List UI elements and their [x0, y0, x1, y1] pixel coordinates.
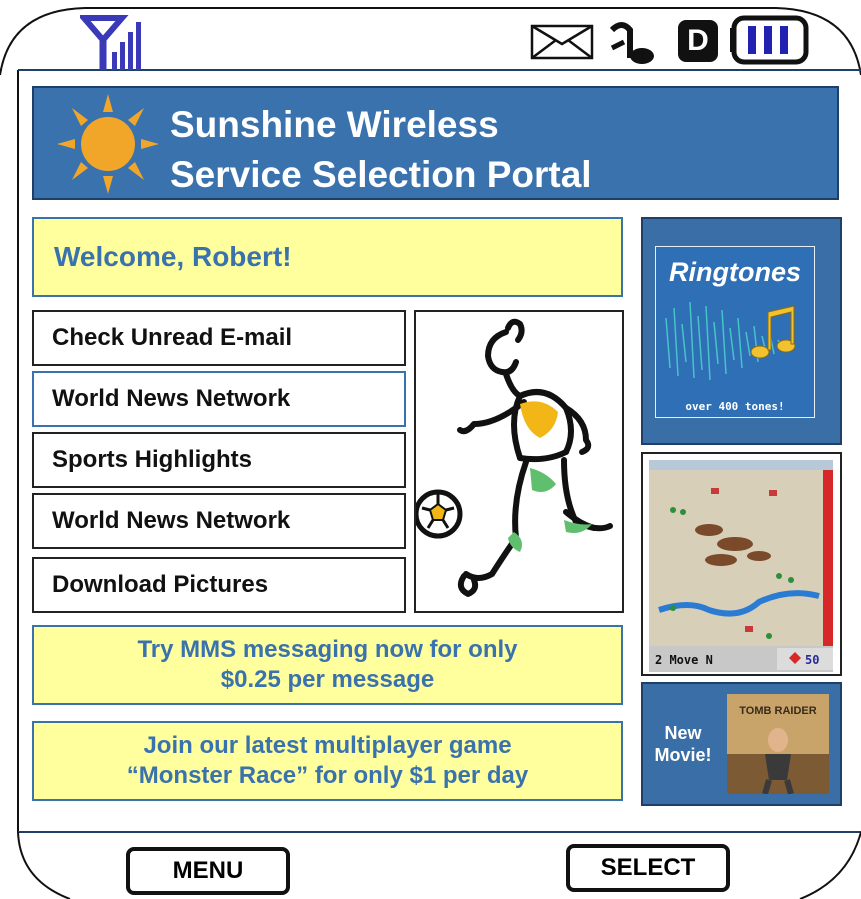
soccer-player-image [413, 310, 624, 613]
sun-icon [57, 94, 159, 194]
portal-title-line1: Sunshine Wireless [170, 104, 499, 145]
game-screenshot: 2 Move N 50 [649, 460, 833, 672]
ringtones-caption: over 400 tones! [685, 400, 785, 413]
promo-mms[interactable]: Try MMS messaging now for only $0.25 per… [32, 625, 623, 705]
welcome-banner: Welcome, Robert! [32, 217, 623, 297]
battery-icon [730, 15, 809, 65]
portal-title-line2: Service Selection Portal [170, 154, 592, 195]
menu-item-check-email[interactable]: Check Unread E-mail [32, 310, 406, 366]
menu-item-sports[interactable]: Sports Highlights [32, 432, 406, 488]
game-status-left: 2 Move N [655, 653, 713, 667]
portal-title: Sunshine Wireless Service Selection Port… [170, 100, 770, 200]
soccer-player-illustration [413, 318, 613, 597]
game-status-right: 50 [805, 653, 819, 667]
ringtones-wave-graphic [665, 301, 796, 381]
promo-monster-race-line1: Join our latest multiplayer game [143, 732, 512, 759]
signal-icon [80, 15, 141, 70]
promo-mms-line1: Try MMS messaging now for only [137, 636, 518, 663]
menu-softkey-button[interactable]: MENU [126, 847, 290, 895]
promo-mms-line2: $0.25 per message [220, 666, 435, 693]
menu-item-world-news[interactable]: World News Network [32, 371, 406, 427]
d-indicator-icon: D [678, 20, 718, 62]
new-movie-line2: Movie! [654, 745, 712, 765]
promo-monster-race-line2: “Monster Race” for only $1 per day [126, 762, 529, 789]
movie-poster-image: TOMB RAIDER [727, 694, 829, 794]
promo-monster-race[interactable]: Join our latest multiplayer game “Monste… [32, 721, 623, 801]
ringtones-card: Ringtones over 400 tones! [655, 246, 815, 418]
ringtones-title: Ringtones [669, 257, 801, 287]
envelope-icon [530, 24, 594, 60]
d-indicator-label: D [687, 24, 709, 57]
movie-poster-title: TOMB RAIDER [739, 705, 816, 717]
game-tile[interactable]: 2 Move N 50 [641, 452, 842, 676]
new-movie-line1: New [664, 723, 702, 743]
new-movie-label: New Movie! [645, 722, 721, 766]
voicemail-icon [609, 22, 654, 64]
menu-item-world-news-2[interactable]: World News Network [32, 493, 406, 549]
menu-item-download-pictures[interactable]: Download Pictures [32, 557, 406, 613]
select-softkey-button[interactable]: SELECT [566, 844, 730, 892]
